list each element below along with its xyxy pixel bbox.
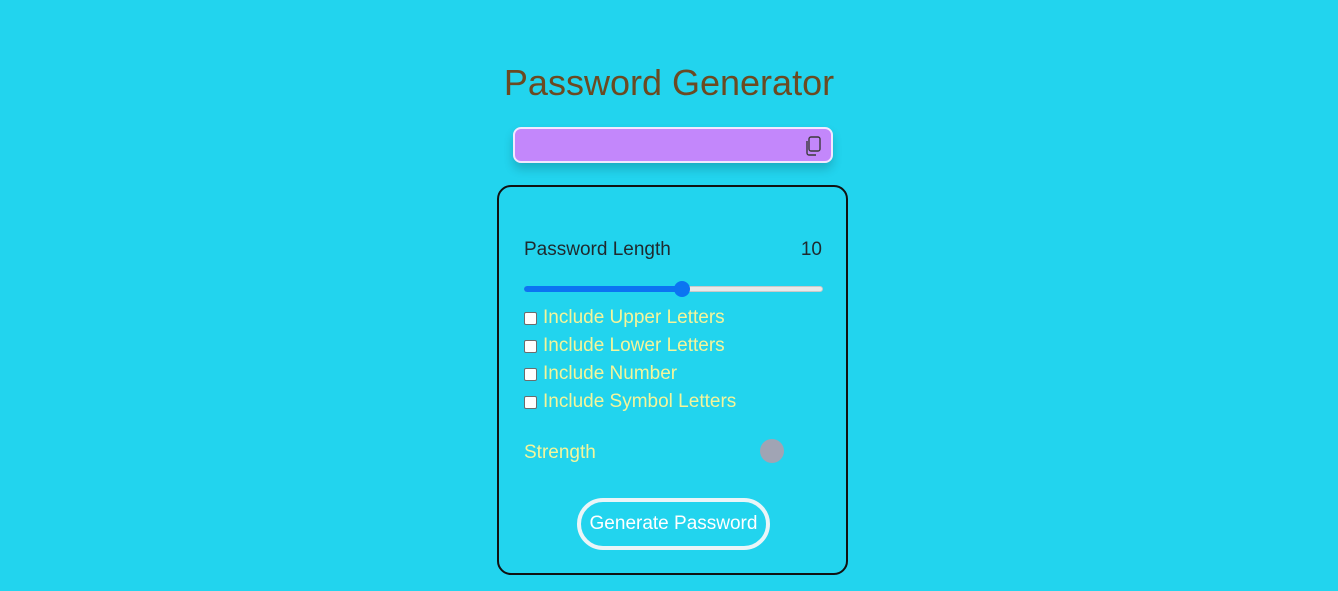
number-checkbox[interactable] (524, 367, 537, 381)
upper-checkbox[interactable] (524, 311, 537, 325)
page-title: Password Generator (503, 62, 835, 103)
option-upper[interactable]: Include Upper Letters (524, 306, 725, 330)
lower-label: Include Lower Letters (543, 335, 725, 356)
password-length-value: 10 (800, 239, 822, 260)
symbol-checkbox[interactable] (524, 395, 537, 409)
generator-card: Password Length 10 Include Upper Letters… (497, 185, 848, 575)
number-label: Include Number (543, 363, 678, 384)
strength-indicator (760, 439, 784, 463)
symbol-label: Include Symbol Letters (543, 391, 737, 412)
option-number[interactable]: Include Number (524, 362, 677, 386)
length-slider[interactable] (524, 281, 823, 297)
option-lower[interactable]: Include Lower Letters (524, 334, 725, 358)
slider-fill (524, 286, 683, 292)
upper-label: Include Upper Letters (543, 307, 725, 328)
strength-label: Strength (524, 442, 596, 463)
generate-password-button[interactable]: Generate Password (577, 498, 770, 550)
option-symbol[interactable]: Include Symbol Letters (524, 390, 736, 414)
slider-thumb[interactable] (674, 281, 691, 297)
copy-icon[interactable] (803, 135, 823, 157)
password-display[interactable] (513, 127, 833, 163)
lower-checkbox[interactable] (524, 339, 537, 353)
password-length-label: Password Length (524, 239, 671, 260)
